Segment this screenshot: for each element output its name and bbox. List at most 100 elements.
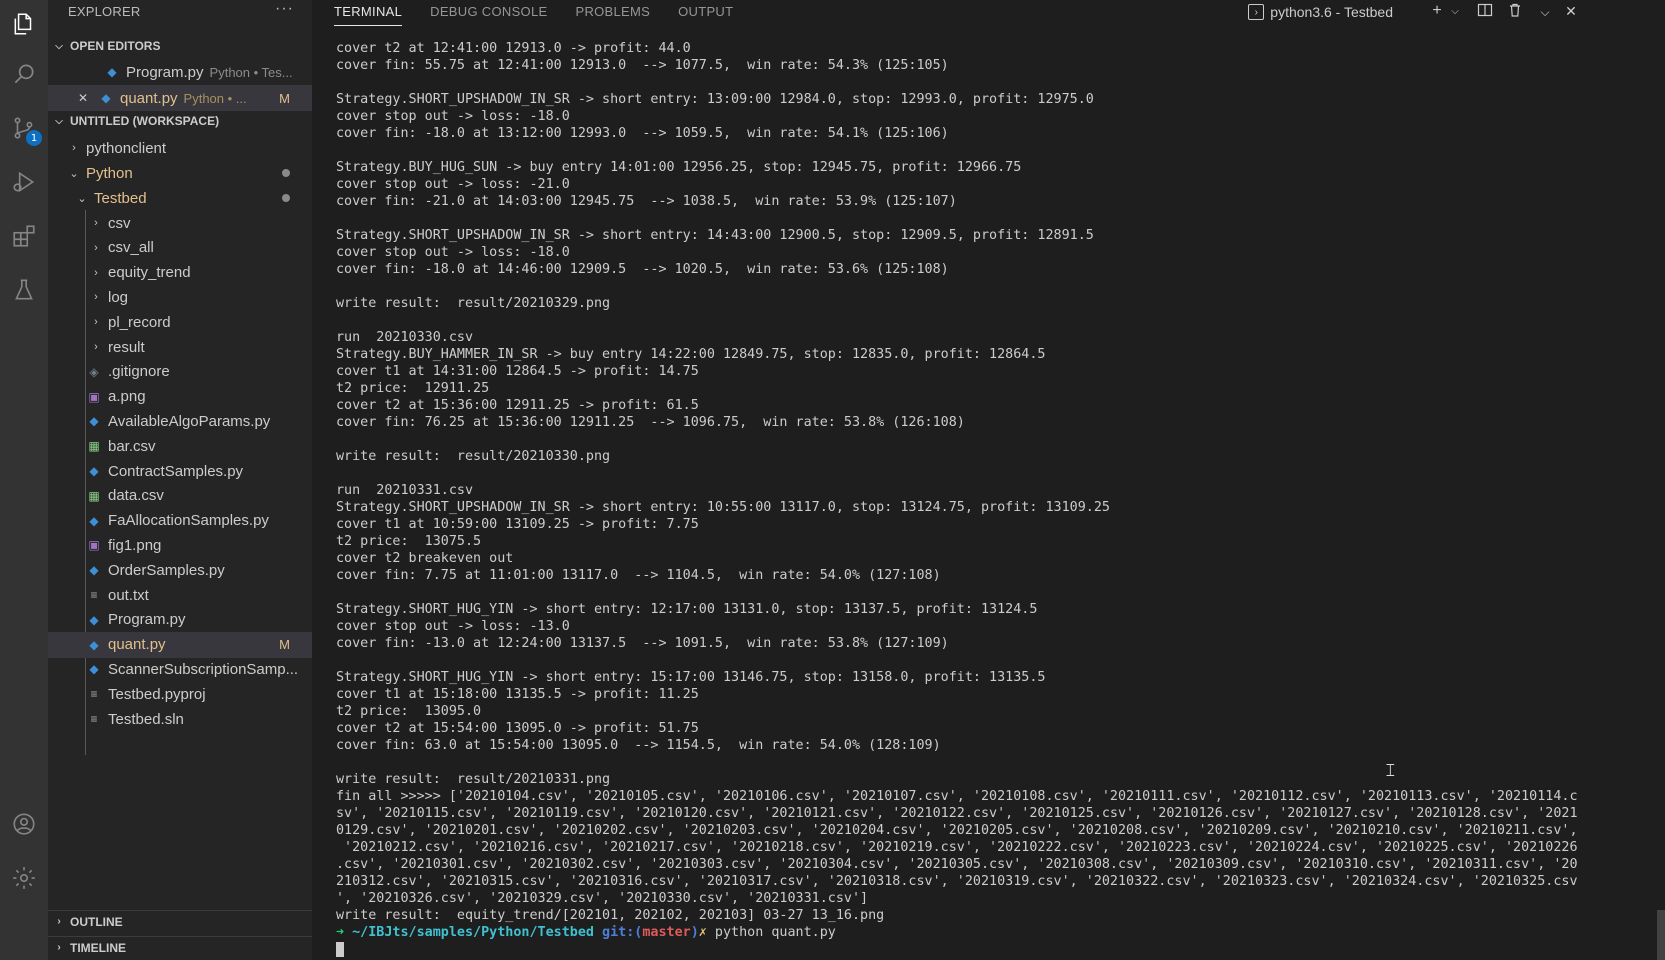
terminal-line: write result: result/20210330.png (336, 449, 611, 464)
tree-item-label: ScannerSubscriptionSamp... (108, 660, 299, 678)
folder-python[interactable]: ⌄ Python (48, 160, 312, 186)
terminal-line: cover fin: 76.25 at 15:36:00 12911.25 --… (336, 415, 965, 430)
gitignore-file-icon: ◈ (89, 364, 99, 379)
source-control-icon[interactable]: 1 (0, 104, 48, 152)
terminal-scrollbar[interactable] (1657, 910, 1665, 960)
chevron-down-icon: ⌄ (69, 167, 79, 180)
tree-item-label: AvailableAlgoParams.py (108, 412, 271, 430)
python-file-icon: ◆ (89, 464, 99, 478)
shell-prompt: ➜ ~/IBJts/samples/Python/Testbed git:(ma… (336, 924, 1651, 941)
settings-gear-icon[interactable] (0, 854, 48, 902)
open-editor-name: Program.py (126, 63, 204, 81)
terminal-line: fin all >>>>> ['20210104.csv', '20210105… (336, 789, 1578, 804)
chevron-down-icon[interactable]: ⌵ (1445, 6, 1465, 17)
csv-file-icon: ▦ (88, 488, 100, 503)
timeline-header[interactable]: › TIMELINE (48, 936, 312, 958)
tree-item-label: Program.py (108, 611, 186, 629)
terminal-line: t2 price: 13095.0 (336, 704, 482, 719)
file-item[interactable]: ◆ Program.py (48, 607, 312, 633)
file-item[interactable]: ≡ out.txt (48, 582, 312, 608)
outline-header[interactable]: › OUTLINE (48, 910, 312, 932)
terminal-output[interactable]: cover t2 at 12:41:00 12913.0 -> profit: … (336, 40, 1651, 958)
terminal-line: cover t1 at 15:18:00 13135.5 -> profit: … (336, 687, 699, 702)
python-file-icon: ◆ (89, 563, 99, 578)
file-item[interactable]: ▦ data.csv (48, 483, 312, 509)
more-actions-button[interactable]: ··· (275, 0, 294, 18)
file-item[interactable]: ◆ FaAllocationSamples.py (48, 508, 312, 534)
folder-name: Python (86, 164, 133, 182)
chevron-down-icon: ⌵ (55, 40, 63, 52)
prompt-git-close: ) (690, 925, 699, 940)
terminal-line: cover fin: -18.0 at 13:12:00 12993.0 -->… (336, 126, 949, 141)
terminal-line: cover stop out -> loss: -13.0 (336, 619, 570, 634)
file-item[interactable]: ◈ .gitignore (48, 359, 312, 385)
folder-testbed[interactable]: ⌄ Testbed (48, 185, 312, 211)
file-item[interactable]: ◆ quant.py M (48, 631, 312, 658)
chevron-right-icon: › (94, 316, 98, 329)
open-editor-name: quant.py (120, 89, 178, 107)
terminal-line: Strategy.SHORT_UPSHADOW_IN_SR -> short e… (336, 92, 1094, 107)
prompt-git-label: git:( (602, 925, 643, 940)
folder-item[interactable]: › equity_trend (48, 260, 312, 286)
close-panel-icon[interactable]: ✕ (1561, 3, 1581, 20)
file-item[interactable]: ▣ fig1.png (48, 532, 312, 558)
terminal-line: cover fin: -21.0 at 14:03:00 12945.75 --… (336, 194, 957, 209)
terminal-panel: TERMINAL DEBUG CONSOLE PROBLEMS OUTPUT ›… (312, 0, 1665, 960)
terminal-line: write result: result/20210329.png (336, 296, 611, 311)
open-editors-header[interactable]: ⌵ OPEN EDITORS (48, 35, 312, 57)
folder-item[interactable]: › log (48, 284, 312, 310)
new-terminal-plus-icon[interactable]: + (1427, 2, 1447, 20)
terminal-line: cover t2 at 12:41:00 12913.0 -> profit: … (336, 41, 691, 56)
terminal-line: cover t1 at 14:31:00 12864.5 -> profit: … (336, 364, 699, 379)
terminal-selector[interactable]: › python3.6 - Testbed (1248, 4, 1393, 20)
terminal-line: cover stop out -> loss: -21.0 (336, 177, 570, 192)
open-editor-program[interactable]: ◆ Program.py Python • Tes... (48, 59, 312, 85)
account-icon[interactable] (0, 800, 48, 848)
testing-flask-icon[interactable] (0, 266, 48, 314)
folder-pythonclient[interactable]: › pythonclient (48, 135, 312, 161)
search-icon[interactable] (0, 50, 48, 98)
terminal-line: Strategy.BUY_HAMMER_IN_SR -> buy entry 1… (336, 347, 1046, 362)
tab-debug-console[interactable]: DEBUG CONSOLE (430, 0, 547, 26)
folder-item[interactable]: › csv (48, 210, 312, 236)
file-item[interactable]: ≡ Testbed.sln (48, 706, 312, 732)
file-item[interactable]: ▦ bar.csv (48, 433, 312, 459)
run-debug-icon[interactable] (0, 158, 48, 206)
folder-item[interactable]: › result (48, 334, 312, 360)
python-file-icon: ◆ (107, 65, 117, 79)
folder-item[interactable]: › pl_record (48, 309, 312, 335)
open-editor-quant[interactable]: ✕ ◆ quant.py Python • ... M (48, 85, 312, 111)
split-terminal-icon[interactable] (1475, 2, 1495, 23)
tree-item-label: out.txt (108, 586, 149, 604)
file-item[interactable]: ◆ AvailableAlgoParams.py (48, 408, 312, 434)
tab-terminal[interactable]: TERMINAL (334, 0, 403, 26)
trash-icon[interactable] (1505, 2, 1525, 23)
open-editors-label: OPEN EDITORS (70, 39, 161, 53)
chevron-right-icon: › (94, 341, 98, 353)
tab-output[interactable]: OUTPUT (678, 0, 733, 26)
file-item[interactable]: ◆ ContractSamples.py (48, 458, 312, 484)
extensions-icon[interactable] (0, 212, 48, 260)
tree-item-label: .gitignore (108, 363, 170, 381)
file-item[interactable]: ≡ Testbed.pyproj (48, 681, 312, 707)
file-item[interactable]: ▣ a.png (48, 384, 312, 410)
tab-problems[interactable]: PROBLEMS (575, 0, 650, 26)
file-item[interactable]: ◆ ScannerSubscriptionSamp... (48, 656, 312, 682)
maximize-panel-chevron-icon[interactable]: ⌵ (1535, 5, 1555, 20)
terminal-line: cover t1 at 10:59:00 13109.25 -> profit:… (336, 517, 699, 532)
terminal-line: .csv', '20210301.csv', '20210302.csv', '… (336, 857, 1578, 872)
panel-tabs: TERMINAL DEBUG CONSOLE PROBLEMS OUTPUT (334, 0, 733, 26)
terminal-line: cover stop out -> loss: -18.0 (336, 109, 570, 124)
file-item[interactable]: ◆ OrderSamples.py (48, 557, 312, 583)
modified-badge: M (279, 637, 290, 653)
folder-item[interactable]: › csv_all (48, 235, 312, 261)
text-file-icon: ≡ (90, 712, 98, 726)
workspace-header[interactable]: ⌵ UNTITLED (WORKSPACE) (48, 110, 312, 132)
terminal-line: ', '20210326.csv', '20210329.csv', '2021… (336, 891, 869, 906)
close-icon[interactable]: ✕ (78, 91, 98, 105)
terminal-line: 0129.csv', '20210201.csv', '20210202.csv… (336, 823, 1578, 838)
chevron-right-icon: › (94, 241, 98, 254)
explorer-icon[interactable] (0, 0, 48, 48)
